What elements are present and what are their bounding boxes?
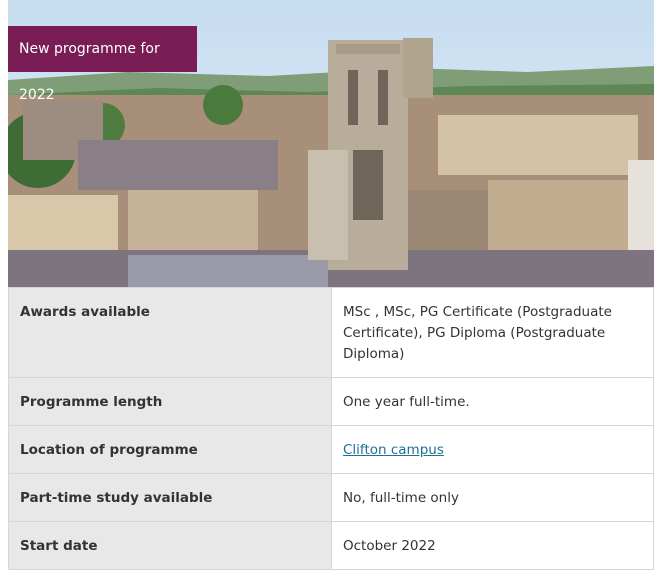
new-programme-badge: New programme for 2022: [8, 26, 197, 103]
table-row: Start date October 2022: [8, 521, 654, 570]
table-row: Awards available MSc , MSc, PG Certifica…: [8, 287, 654, 378]
awards-label: Awards available: [8, 287, 332, 378]
start-date-value: October 2022: [331, 521, 654, 570]
awards-value: MSc , MSc, PG Certificate (Postgraduate …: [331, 287, 654, 378]
location-value: Clifton campus: [331, 425, 654, 474]
part-time-value: No, full-time only: [331, 473, 654, 522]
clifton-campus-link[interactable]: Clifton campus: [343, 442, 444, 458]
programme-card: New programme for 2022 Awards available …: [0, 0, 660, 577]
programme-length-value: One year full-time.: [331, 377, 654, 426]
programme-length-label: Programme length: [8, 377, 332, 426]
table-row: Programme length One year full-time.: [8, 377, 654, 426]
table-row: Part-time study available No, full-time …: [8, 473, 654, 522]
programme-facts-table: Awards available MSc , MSc, PG Certifica…: [8, 287, 654, 570]
table-row: Location of programme Clifton campus: [8, 425, 654, 474]
part-time-label: Part-time study available: [8, 473, 332, 522]
start-date-label: Start date: [8, 521, 332, 570]
location-label: Location of programme: [8, 425, 332, 474]
